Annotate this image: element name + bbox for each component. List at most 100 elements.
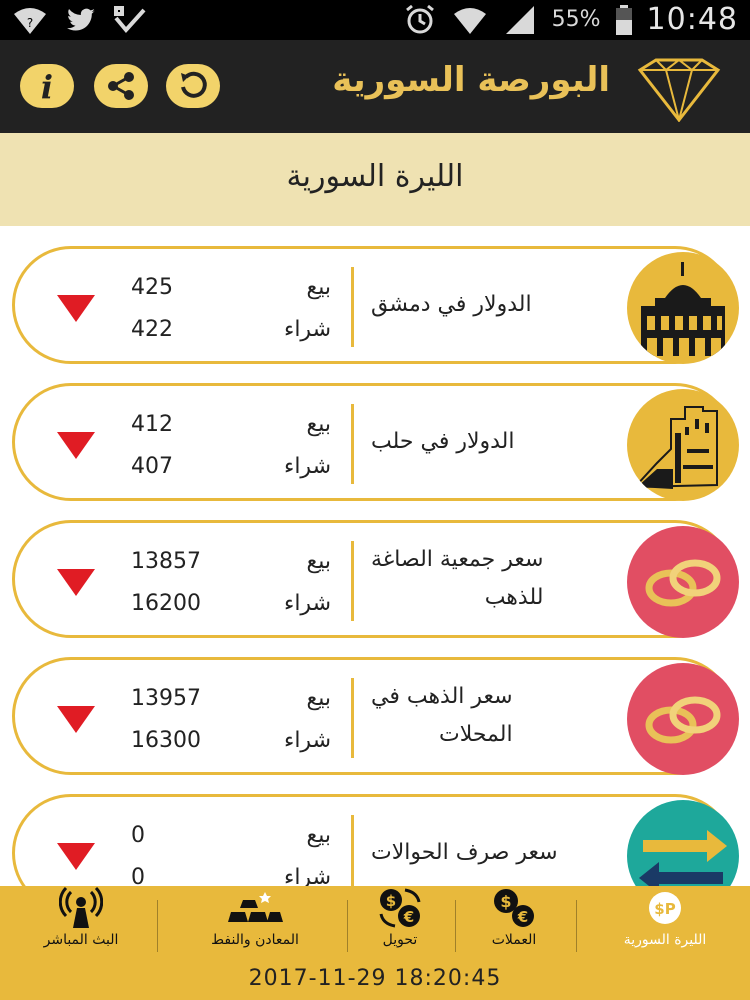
tab-metals-oil[interactable]: المعادن والنفط [170, 886, 340, 960]
tab-separator [455, 900, 456, 952]
buy-label: شراء [283, 728, 331, 753]
tab-separator [347, 900, 348, 952]
rate-name-line: المحلات [439, 722, 513, 747]
buy-label: شراء [283, 454, 331, 479]
rate-card-gold-shops[interactable]: سعر الذهب في المحلات بيع شراء 13957 1630… [12, 657, 739, 775]
svg-text:$: $ [500, 892, 511, 911]
sell-value: 13857 [131, 549, 201, 574]
divider [351, 267, 354, 347]
battery-icon [615, 4, 632, 35]
tab-currencies[interactable]: $ € العملات [460, 886, 568, 960]
trend-down-icon [57, 569, 95, 596]
rates-list[interactable]: الدولار في دمشق بيع شراء 425 422 الدولار… [0, 226, 750, 886]
divider [351, 404, 354, 484]
twitter-icon [67, 8, 95, 31]
section-header: الليرة السورية [0, 133, 750, 226]
status-bar: ? 55% 10:48 [0, 0, 750, 40]
divider [351, 815, 354, 886]
sell-label: بيع [306, 275, 331, 300]
gold-rings-icon [627, 526, 739, 638]
divider [351, 678, 354, 758]
wifi-icon [453, 7, 486, 34]
buy-value: 422 [131, 317, 173, 342]
rate-name-line: سعر جمعية الصاغة [371, 547, 544, 572]
buy-value: 16200 [131, 591, 201, 616]
rate-name-line: سعر صرف الحوالات [371, 840, 558, 865]
rate-card-goldsmiths[interactable]: سعر جمعية الصاغة للذهب بيع شراء 13857 16… [12, 520, 739, 638]
sell-value: 412 [131, 412, 173, 437]
rate-name: الدولار في دمشق [371, 249, 571, 361]
sell-label: بيع [306, 412, 331, 437]
refresh-button[interactable] [166, 64, 220, 108]
rate-name-line: سعر الذهب في [371, 684, 513, 709]
buy-label: شراء [283, 317, 331, 342]
sell-label: بيع [306, 549, 331, 574]
share-button[interactable] [94, 64, 148, 108]
tab-live-broadcast[interactable]: البث المباشر [20, 886, 142, 960]
rate-name-line: الدولار في حلب [371, 429, 515, 454]
bottom-tab-bar: البث المباشر المعادن والنفط $ € تحويل $ … [0, 886, 750, 1000]
thumb [627, 389, 739, 501]
transfer-arrows-icon [627, 800, 739, 886]
rate-name: سعر صرف الحوالات [371, 797, 571, 886]
share-icon [108, 72, 134, 100]
battery-percent: 55% [551, 7, 601, 32]
tasks-check-icon [114, 6, 146, 34]
info-icon: i [41, 69, 53, 103]
syrian-pound-icon: $P [649, 892, 681, 924]
tab-label: المعادن والنفط [211, 932, 299, 948]
buy-value: 0 [131, 865, 145, 886]
rate-name-line: للذهب [484, 585, 544, 610]
exchange-icon: $ € [379, 888, 421, 928]
rate-card-aleppo[interactable]: الدولار في حلب بيع شراء 412 407 [12, 383, 739, 501]
rate-name: الدولار في حلب [371, 386, 571, 498]
trend-down-icon [57, 432, 95, 459]
trend-down-icon [57, 295, 95, 322]
trend-down-icon [57, 706, 95, 733]
app-bar: i البورصة السورية [0, 40, 750, 133]
buy-label: شراء [283, 591, 331, 616]
svg-text:€: € [517, 908, 528, 926]
sell-label: بيع [306, 823, 331, 848]
trend-down-icon [57, 843, 95, 870]
tab-separator [157, 900, 158, 952]
rate-card-damascus[interactable]: الدولار في دمشق بيع شراء 425 422 [12, 246, 739, 364]
svg-text:?: ? [27, 16, 33, 30]
tab-label: العملات [491, 932, 537, 948]
rate-card-transfers[interactable]: سعر صرف الحوالات بيع شراء 0 0 [12, 794, 739, 886]
buy-label: شراء [283, 865, 331, 886]
tab-label: تحويل [382, 932, 418, 948]
alarm-icon [405, 4, 434, 33]
rate-name: سعر الذهب في المحلات [371, 660, 571, 772]
thumb [627, 526, 739, 638]
buy-value: 16300 [131, 728, 201, 753]
rate-name-line: الدولار في دمشق [371, 292, 532, 317]
aleppo-citadel-icon [627, 389, 739, 501]
svg-text:$P: $P [654, 900, 675, 918]
tab-label: البث المباشر [43, 932, 119, 948]
buy-value: 407 [131, 454, 173, 479]
currencies-icon: $ € [494, 889, 534, 927]
refresh-icon [181, 71, 207, 98]
tab-syrian-pound[interactable]: $P الليرة السورية [592, 886, 738, 960]
thumb [627, 800, 739, 886]
gold-bars-icon [228, 892, 283, 922]
diamond-logo-icon [637, 58, 721, 122]
rate-name: سعر جمعية الصاغة للذهب [371, 523, 571, 635]
svg-text:i: i [41, 69, 53, 103]
divider [351, 541, 354, 621]
app-title: البورصة السورية [332, 60, 610, 100]
broadcast-icon [59, 886, 103, 928]
damascus-mosque-icon [627, 252, 739, 364]
status-time: 10:48 [646, 2, 738, 37]
tab-separator [576, 900, 577, 952]
thumb [627, 252, 739, 364]
last-updated-datetime: 2017-11-29 18:20:45 [248, 966, 502, 991]
svg-text:€: € [403, 908, 414, 926]
tab-exchange[interactable]: $ € تحويل [352, 886, 448, 960]
tab-label: الليرة السورية [623, 932, 707, 948]
section-title: الليرة السورية [286, 159, 464, 194]
gold-rings-icon [627, 663, 739, 775]
info-button[interactable]: i [20, 64, 74, 108]
thumb [627, 663, 739, 775]
